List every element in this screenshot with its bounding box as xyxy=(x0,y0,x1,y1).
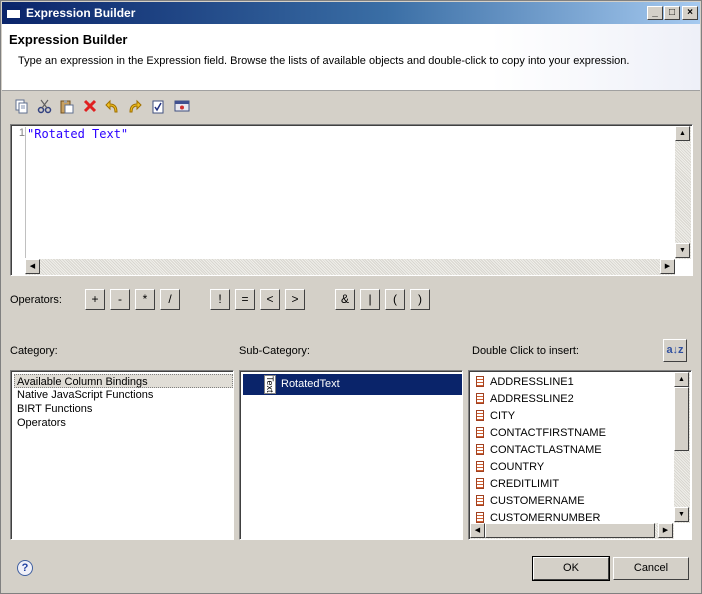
help-icon[interactable]: ? xyxy=(17,560,33,576)
scroll-up-icon[interactable]: ▲ xyxy=(674,372,689,387)
line-number: 1 xyxy=(18,127,25,139)
operator-equals-button[interactable]: = xyxy=(235,289,255,310)
subcategory-item-label: RotatedText xyxy=(281,378,340,390)
subcategory-list[interactable]: Text RotatedText xyxy=(239,370,463,540)
text-element-icon: Text xyxy=(264,375,276,394)
scroll-down-icon[interactable]: ▼ xyxy=(674,507,689,522)
operators-label: Operators: xyxy=(10,294,62,306)
column-binding-icon xyxy=(476,410,484,421)
list-item[interactable]: COUNTRY xyxy=(476,459,544,475)
list-item[interactable]: CONTACTLASTNAME xyxy=(476,442,602,458)
list-item[interactable]: ADDRESSLINE1 xyxy=(476,374,574,390)
expression-editor[interactable]: 1 "Rotated Text" ▲ ▼ ◀ ▶ xyxy=(10,124,693,276)
editor-horizontal-scrollbar[interactable]: ◀ ▶ xyxy=(25,259,675,275)
operator-not-button[interactable]: ! xyxy=(210,289,230,310)
operator-minus-button[interactable]: - xyxy=(110,289,130,310)
editor-vertical-scrollbar[interactable]: ▲ ▼ xyxy=(675,126,691,259)
operator-multiply-button[interactable]: * xyxy=(135,289,155,310)
operator-open-paren-button[interactable]: ( xyxy=(385,289,405,310)
category-item-birt-functions[interactable]: BIRT Functions xyxy=(17,402,92,416)
subcategory-item-rotatedtext[interactable]: Text RotatedText xyxy=(243,374,462,395)
maximize-button[interactable]: □ xyxy=(664,6,680,20)
operator-and-button[interactable]: & xyxy=(335,289,355,310)
calculate-icon[interactable] xyxy=(173,99,191,117)
insert-label: Double Click to insert: xyxy=(472,345,579,357)
subcategory-label: Sub-Category: xyxy=(239,345,310,357)
operator-close-paren-button[interactable]: ) xyxy=(410,289,430,310)
undo-icon[interactable] xyxy=(103,99,121,117)
operator-less-than-button[interactable]: < xyxy=(260,289,280,310)
insert-vertical-scrollbar[interactable]: ▲ ▼ xyxy=(674,372,690,523)
column-binding-icon xyxy=(476,512,484,523)
column-binding-icon xyxy=(476,427,484,438)
gutter-divider xyxy=(25,127,26,258)
minimize-button[interactable]: _ xyxy=(647,6,663,20)
column-binding-icon xyxy=(476,376,484,387)
list-item[interactable]: CITY xyxy=(476,408,515,424)
list-item[interactable]: CONTACTFIRSTNAME xyxy=(476,425,606,441)
close-button[interactable]: × xyxy=(682,6,698,20)
column-binding-icon xyxy=(476,478,484,489)
scroll-down-icon[interactable]: ▼ xyxy=(675,243,690,258)
operator-greater-than-button[interactable]: > xyxy=(285,289,305,310)
title-bar[interactable]: Expression Builder _ □ × xyxy=(2,2,700,24)
scroll-left-icon[interactable]: ◀ xyxy=(470,523,485,538)
ok-button[interactable]: OK xyxy=(532,556,610,581)
window-icon xyxy=(6,6,21,19)
copy-icon[interactable] xyxy=(13,99,31,117)
list-item[interactable]: CUSTOMERNAME xyxy=(476,493,585,509)
insert-list[interactable]: ADDRESSLINE1 ADDRESSLINE2 CITY CONTACTFI… xyxy=(468,370,692,540)
category-item-native-javascript-functions[interactable]: Native JavaScript Functions xyxy=(17,388,153,402)
dialog-title: Expression Builder xyxy=(9,32,128,47)
column-binding-icon xyxy=(476,461,484,472)
dialog-description: Type an expression in the Expression fie… xyxy=(18,55,630,67)
window-title: Expression Builder xyxy=(26,6,136,20)
scroll-left-icon[interactable]: ◀ xyxy=(25,259,40,274)
scroll-thumb[interactable] xyxy=(485,523,655,538)
operator-plus-button[interactable]: + xyxy=(85,289,105,310)
sort-alphabetical-button[interactable]: a↓z xyxy=(663,339,687,362)
insert-horizontal-scrollbar[interactable]: ◀ ▶ xyxy=(470,523,674,539)
list-item[interactable]: CREDITLIMIT xyxy=(476,476,559,492)
scroll-thumb[interactable] xyxy=(674,387,689,451)
paste-icon[interactable] xyxy=(57,99,75,117)
category-label: Category: xyxy=(10,345,58,357)
category-item-available-column-bindings[interactable]: Available Column Bindings xyxy=(14,374,233,388)
category-item-operators[interactable]: Operators xyxy=(17,416,66,430)
cut-icon[interactable] xyxy=(35,99,53,117)
expression-text[interactable]: "Rotated Text" xyxy=(27,127,128,141)
scroll-right-icon[interactable]: ▶ xyxy=(660,259,675,274)
redo-icon[interactable] xyxy=(125,99,143,117)
operator-divide-button[interactable]: / xyxy=(160,289,180,310)
validate-icon[interactable] xyxy=(149,99,167,117)
scroll-up-icon[interactable]: ▲ xyxy=(675,126,690,141)
scroll-right-icon[interactable]: ▶ xyxy=(658,523,673,538)
column-binding-icon xyxy=(476,393,484,404)
column-binding-icon xyxy=(476,495,484,506)
list-item[interactable]: ADDRESSLINE2 xyxy=(476,391,574,407)
category-list[interactable]: Available Column Bindings Native JavaScr… xyxy=(10,370,234,540)
expression-builder-window: Expression Builder _ □ × Expression Buil… xyxy=(0,0,702,594)
column-binding-icon xyxy=(476,444,484,455)
cancel-button[interactable]: Cancel xyxy=(613,557,689,580)
delete-icon[interactable] xyxy=(81,99,99,117)
operator-or-button[interactable]: | xyxy=(360,289,380,310)
dialog-header: Expression Builder Type an expression in… xyxy=(2,24,700,91)
